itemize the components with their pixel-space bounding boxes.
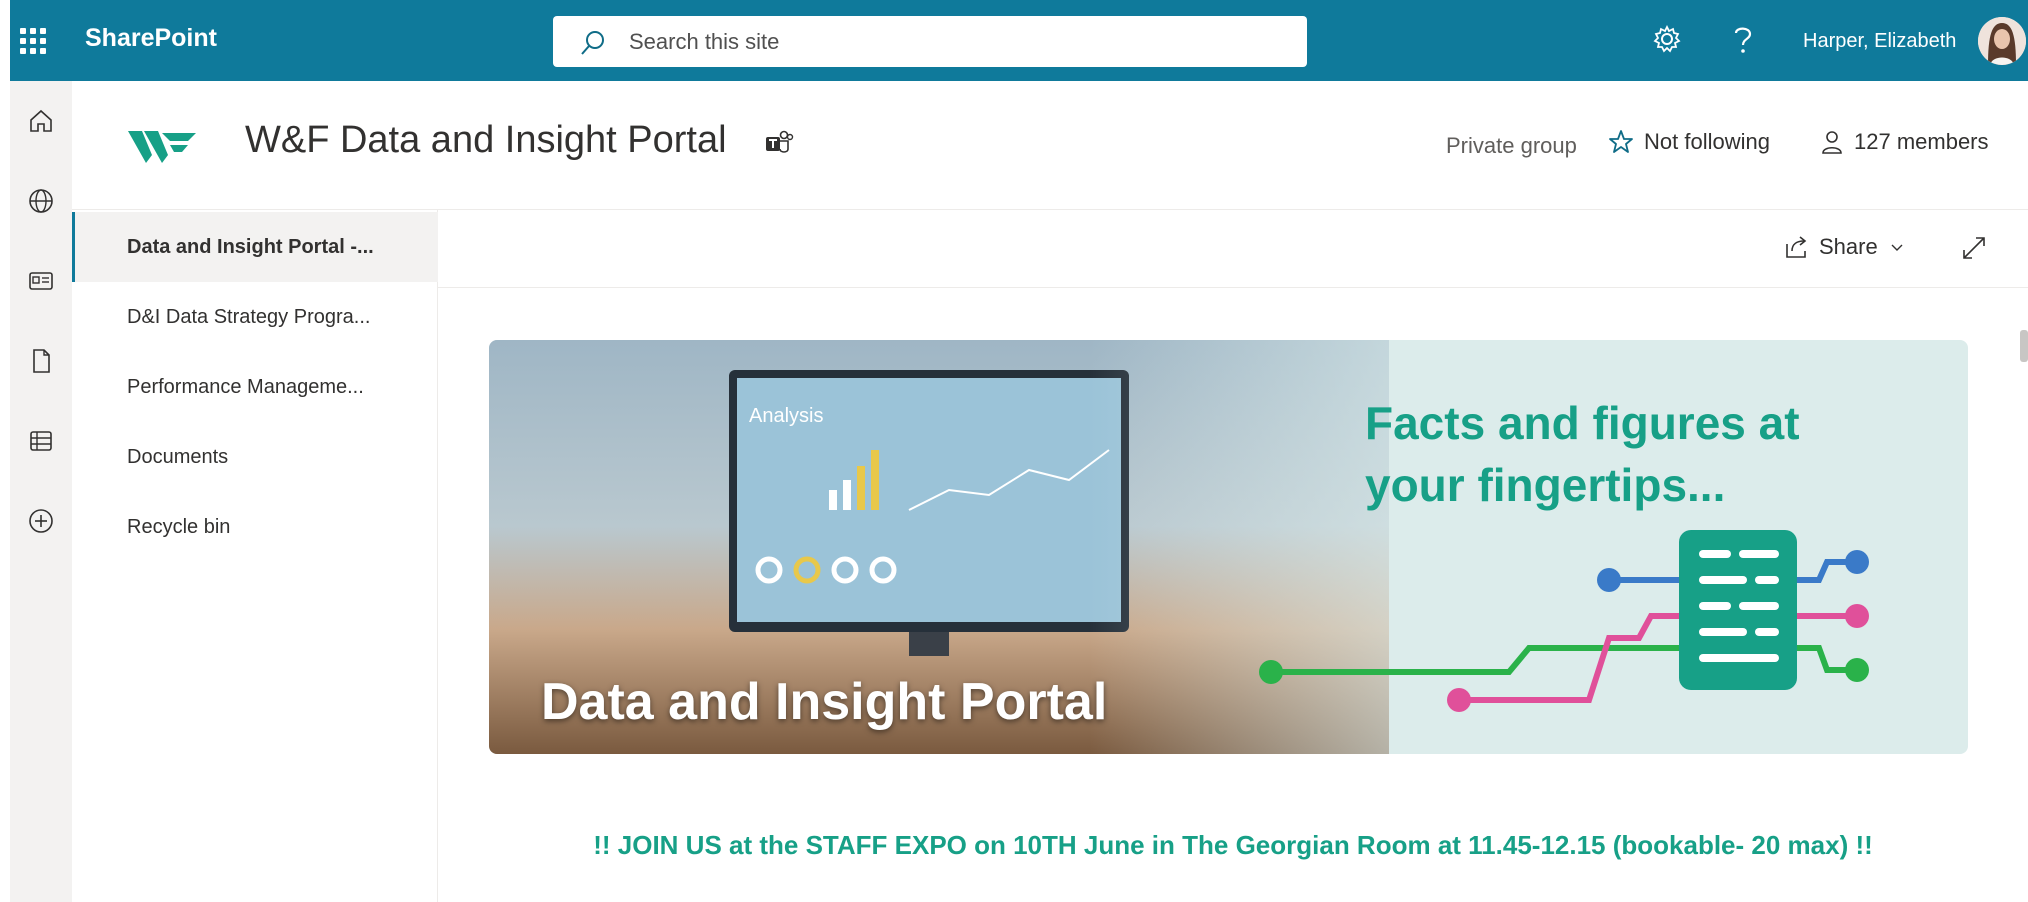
command-bar: Share <box>438 210 2028 288</box>
announcement-text: !! JOIN US at the STAFF EXPO on 10TH Jun… <box>593 830 1873 860</box>
document-icon[interactable] <box>18 338 64 384</box>
scrollbar-thumb[interactable] <box>2020 330 2028 362</box>
app-launcher-icon[interactable] <box>20 28 46 54</box>
news-icon[interactable] <box>18 258 64 304</box>
window-edge <box>0 0 10 81</box>
user-avatar[interactable] <box>1978 17 2026 65</box>
left-navigation: Data and Insight Portal -... D&I Data St… <box>72 210 438 902</box>
create-plus-icon[interactable] <box>18 498 64 544</box>
search-icon <box>581 31 604 55</box>
avatar-photo <box>1978 17 2026 65</box>
hero-title: Data and Insight Portal <box>541 673 1108 731</box>
site-header: W&F Data and Insight Portal Private grou… <box>72 81 2028 210</box>
settings-gear-icon[interactable] <box>1652 24 1682 54</box>
nav-item-recycle-bin[interactable]: Recycle bin <box>72 492 438 562</box>
nav-item-performance[interactable]: Performance Manageme... <box>72 352 438 422</box>
expand-icon[interactable] <box>1960 234 1988 262</box>
share-label: Share <box>1819 234 1878 259</box>
monitor-illustration: Analysis <box>729 370 1129 656</box>
suite-bar: SharePoint Harper, Elizabeth <box>0 0 2028 81</box>
teams-icon[interactable] <box>764 129 794 157</box>
home-icon[interactable] <box>18 98 64 144</box>
share-icon <box>1786 236 1807 258</box>
chevron-down-icon[interactable] <box>1888 238 1906 256</box>
privacy-label: Private group <box>1446 133 1577 158</box>
members-button[interactable]: 127 members <box>1820 129 1989 155</box>
site-search-box[interactable] <box>553 16 1307 67</box>
site-logo[interactable] <box>126 125 198 167</box>
data-circuit-illustration <box>1259 530 1869 712</box>
person-icon <box>1822 131 1842 154</box>
user-name[interactable]: Harper, Elizabeth <box>1803 30 1956 53</box>
members-label: 127 members <box>1854 129 1989 154</box>
follow-button[interactable]: Not following <box>1608 129 1770 155</box>
screen-heading: Analysis <box>749 405 823 427</box>
help-icon[interactable] <box>1730 24 1756 56</box>
app-bar <box>10 81 72 902</box>
lists-icon[interactable] <box>18 418 64 464</box>
follow-label: Not following <box>1644 129 1770 154</box>
share-button[interactable]: Share <box>1783 234 1906 260</box>
site-title[interactable]: W&F Data and Insight Portal <box>245 119 727 162</box>
globe-icon[interactable] <box>18 178 64 224</box>
nav-item-documents[interactable]: Documents <box>72 422 438 492</box>
nav-item-home[interactable]: Data and Insight Portal -... <box>72 212 438 282</box>
hero-tagline: Facts and figures at your fingertips... <box>1365 397 1800 511</box>
star-icon <box>1609 130 1633 153</box>
brand-label[interactable]: SharePoint <box>85 24 217 53</box>
hero-banner[interactable]: Analysis Facts and figures at your finge… <box>489 340 1968 754</box>
nav-item-data-strategy[interactable]: D&I Data Strategy Progra... <box>72 282 438 352</box>
search-input[interactable] <box>629 16 1289 67</box>
